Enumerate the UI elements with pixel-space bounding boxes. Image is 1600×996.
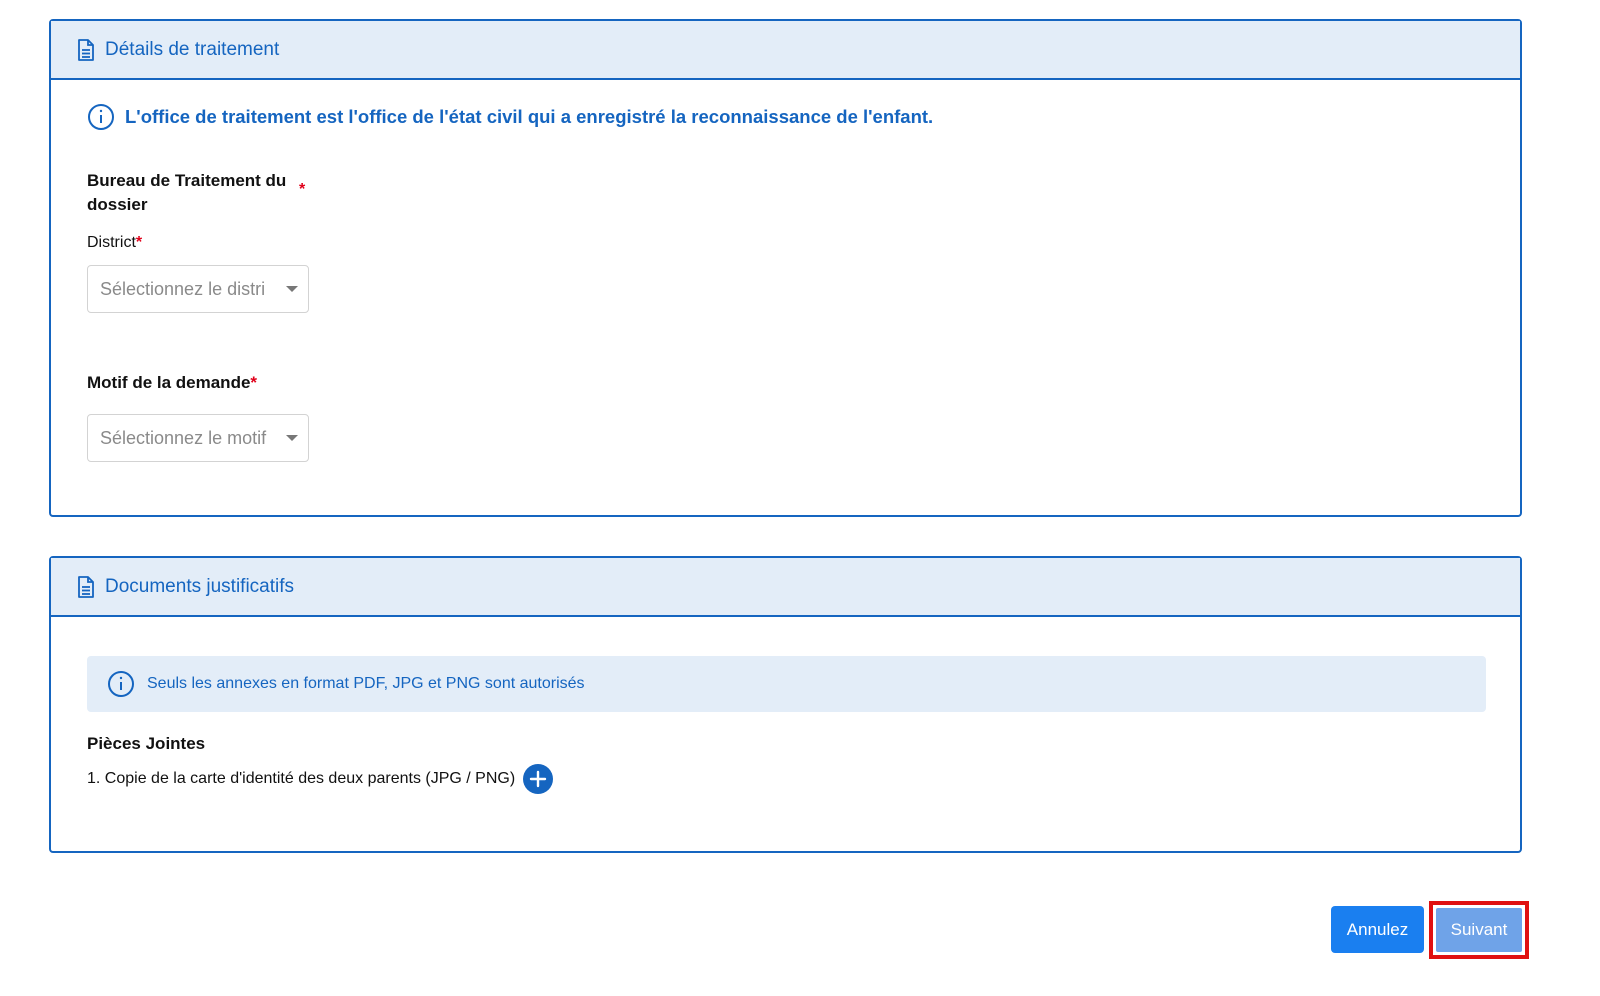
attachment-item: 1. Copie de la carte d'identité des deux… [87,764,554,794]
district-select-placeholder: Sélectionnez le distri [100,278,266,299]
attachment-item-label: 1. Copie de la carte d'identité des deux… [87,770,516,787]
details-traitement-card: Détails de traitement L'office de traite… [49,19,1522,517]
format-alert-text: Seuls les annexes en format PDF, JPG et … [147,675,585,692]
documents-card-header: Documents justificatifs [51,558,1520,617]
info-text: L'office de traitement est l'office de l… [125,106,934,127]
attachments-label: Pièces Jointes [87,734,206,753]
required-mark: * [135,234,143,251]
details-card-title: Détails de traitement [105,38,280,60]
documents-card-title: Documents justificatifs [105,575,295,597]
info-circle-icon [87,103,115,131]
district-label: District* [87,234,142,252]
document-icon [77,575,97,598]
motif-label-text: Motif de la demande [87,373,251,392]
details-card-header: Détails de traitement [51,21,1520,80]
bureau-label: Bureau de Traitement du dossier [87,171,287,214]
caret-down-icon [286,435,298,441]
required-mark: * [250,373,258,392]
plus-icon [529,770,547,788]
document-icon [77,38,97,61]
info-message: L'office de traitement est l'office de l… [87,103,933,131]
district-label-text: District [87,234,136,251]
motif-select[interactable]: Sélectionnez le motif [87,414,309,462]
motif-label: Motif de la demande* [87,373,257,393]
info-circle-icon [107,670,135,698]
cancel-button[interactable]: Annulez [1331,906,1424,953]
add-attachment-button[interactable] [523,764,554,794]
documents-justificatifs-card: Documents justificatifs Seuls les annexe… [49,556,1522,853]
district-select[interactable]: Sélectionnez le distri [87,265,309,313]
caret-down-icon [286,286,298,292]
format-alert: Seuls les annexes en format PDF, JPG et … [87,656,1486,712]
required-mark: * [299,181,306,198]
motif-select-placeholder: Sélectionnez le motif [100,427,267,448]
next-button[interactable]: Suivant [1436,908,1522,952]
